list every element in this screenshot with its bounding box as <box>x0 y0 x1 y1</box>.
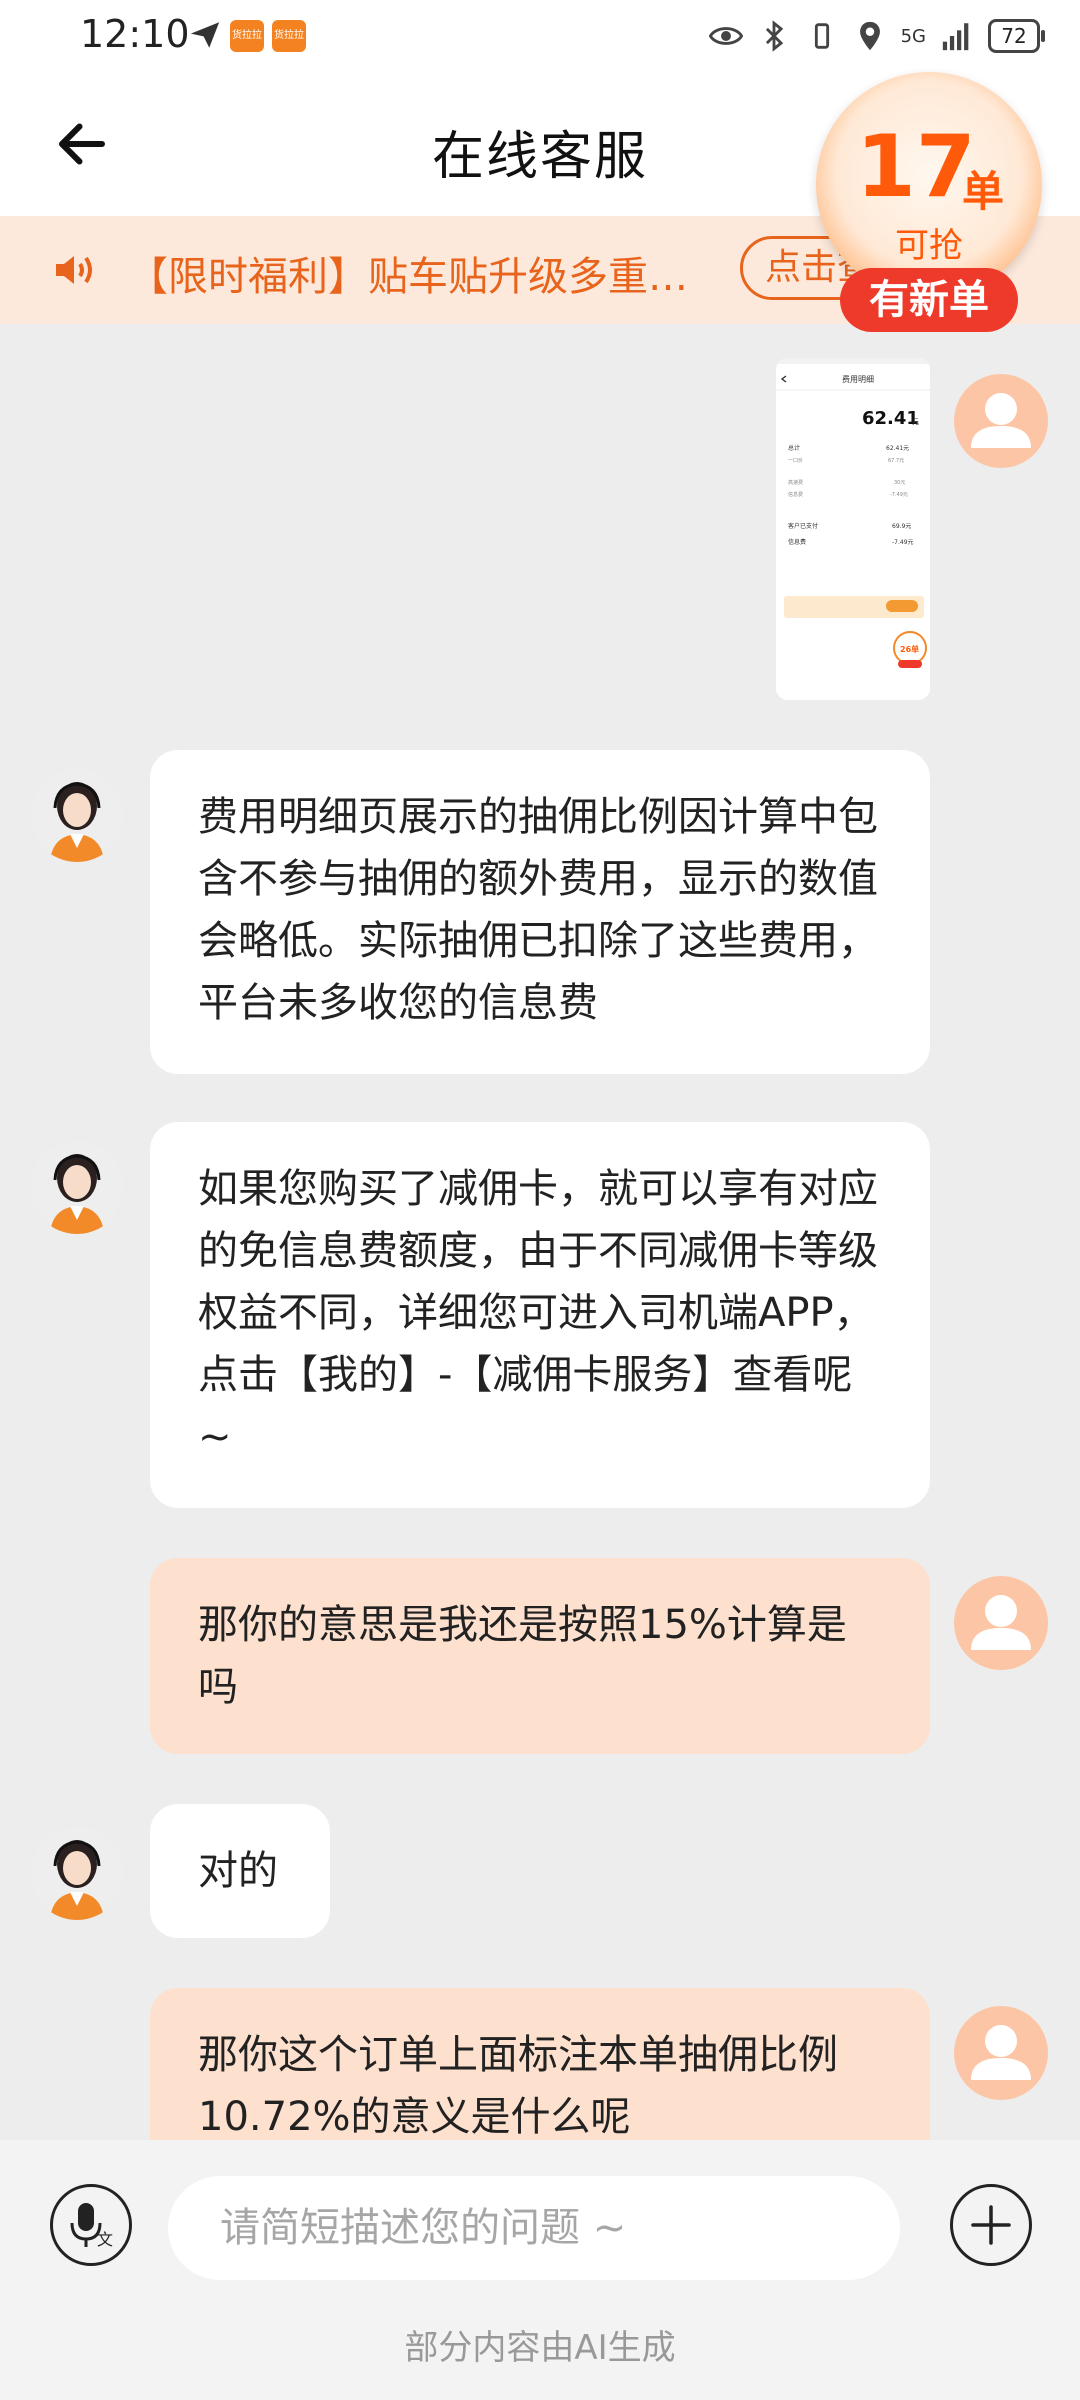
thumb-row-4-label: 客户已支付 <box>788 522 818 530</box>
agent-avatar-icon <box>30 1140 124 1234</box>
agent-message-bubble: 如果您购买了减佣卡，就可以享有对应的免信息费额度，由于不同减佣卡等级权益不同，详… <box>150 1122 930 1508</box>
agent-message-bubble: 费用明细页展示的抽佣比例因计算中包含不参与抽佣的额外费用，显示的数值会略低。实际… <box>150 750 930 1074</box>
agent-avatar <box>30 1826 124 1920</box>
user-avatar-icon <box>971 1595 1031 1650</box>
user-avatar <box>954 2006 1048 2100</box>
orders-subtitle: 可抢 <box>895 226 963 266</box>
thumb-row-4-value: 69.9元 <box>892 523 911 530</box>
status-icons: 5G 72 <box>708 16 1045 56</box>
user-avatar-icon <box>971 393 1031 448</box>
agent-avatar-icon <box>30 1826 124 1920</box>
mic-icon: 文 <box>70 2203 113 2249</box>
signal-icon <box>942 23 969 51</box>
battery-icon: 72 <box>988 19 1045 53</box>
agent-avatar <box>30 768 124 862</box>
sent-screenshot-image[interactable]: 费用明细 62.41 元 总计 62.41元 一口价 67.7元 高速费 30元… <box>776 358 930 700</box>
orders-unit: 单 <box>962 167 1005 216</box>
thumb-row-1-label: 一口价 <box>788 458 803 464</box>
plus-icon <box>971 2205 1011 2245</box>
thumb-row-0-label: 总计 <box>788 444 800 452</box>
user-avatar <box>954 374 1048 468</box>
thumb-row-3-label: 信息费 <box>788 491 803 498</box>
network-label: 5G <box>900 25 926 47</box>
svg-text:文: 文 <box>97 2230 113 2249</box>
speaker-icon <box>56 256 92 284</box>
new-orders-widget[interactable]: 17 单 可抢 有新单 <box>816 72 1042 332</box>
new-orders-tag: 有新单 <box>840 268 1018 332</box>
thumb-row-2-label: 高速费 <box>788 479 803 486</box>
thumb-row-2-value: 30元 <box>894 480 905 486</box>
location-icon <box>859 21 880 51</box>
thumb-row-3-value: -7.49元 <box>890 492 908 498</box>
app-notification-icon: 货拉拉 <box>272 20 306 52</box>
send-icon <box>190 22 220 48</box>
thumb-row-1-value: 67.7元 <box>888 458 904 464</box>
user-avatar-icon <box>971 2025 1031 2080</box>
thumb-total-unit: 元 <box>912 418 919 426</box>
ai-generated-note: 部分内容由AI生成 <box>404 2328 676 2368</box>
agent-avatar <box>30 1140 124 1234</box>
voice-input-button[interactable]: 文 <box>50 2184 132 2266</box>
agent-message-bubble: 对的 <box>150 1804 330 1938</box>
bluetooth-icon <box>765 20 783 52</box>
input-bar: 文 部分内容由AI生成 <box>0 2140 1080 2400</box>
thumb-total: 62.41 <box>862 408 919 429</box>
thumb-row-5-value: -7.49元 <box>892 539 914 546</box>
status-bar: 12:10 货拉拉 货拉拉 5G 72 <box>0 0 1080 72</box>
vibrate-icon <box>814 23 829 49</box>
agent-avatar-icon <box>30 768 124 862</box>
message-input[interactable] <box>168 2176 900 2280</box>
app-notification-icon: 货拉拉 <box>230 20 264 52</box>
user-message-bubble: 那你的意思是我还是按照15%计算是吗 <box>150 1558 930 1754</box>
orders-count: 17 <box>856 117 976 217</box>
eye-icon <box>708 27 743 45</box>
user-avatar <box>954 1576 1048 1670</box>
thumb-badge: 26单 <box>900 644 919 654</box>
thumb-title: 费用明细 <box>842 374 874 384</box>
thumb-row-5-label: 信息费 <box>788 538 806 546</box>
notice-text: 【限时福利】贴车贴升级多重… <box>128 254 688 300</box>
screenshot-thumbnail: 费用明细 62.41 元 总计 62.41元 一口价 67.7元 高速费 30元… <box>776 358 930 700</box>
more-options-button[interactable] <box>950 2184 1032 2266</box>
status-time: 12:10 <box>80 12 190 56</box>
thumb-row-0-value: 62.41元 <box>886 445 909 452</box>
